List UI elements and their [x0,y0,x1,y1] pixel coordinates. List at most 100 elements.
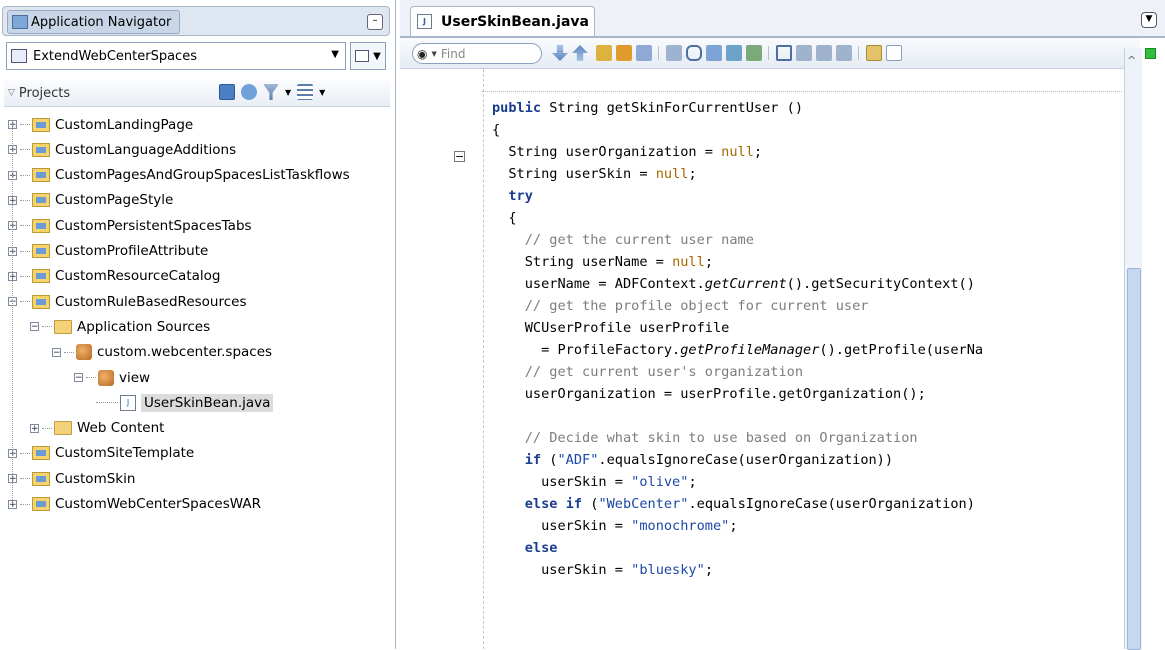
code-line[interactable]: String userSkin = null; [492,163,696,185]
tree-item[interactable]: + CustomSkin [8,466,135,491]
scroll-up-icon[interactable]: ^ [1127,54,1136,67]
tree-item[interactable]: − custom.webcenter.spaces [52,340,272,365]
application-selector[interactable]: ExtendWebCenterSpaces ▼ [6,42,346,70]
code-line[interactable]: else [492,537,558,559]
tree-item-label: CustomLanguageAdditions [55,141,237,158]
format-icon[interactable] [666,45,682,61]
project-folder-icon [32,446,50,461]
tree-item-label: CustomPagesAndGroupSpacesListTaskflows [55,167,350,184]
toggle-highlight-icon[interactable] [596,45,612,61]
chevron-down-icon[interactable]: ▼ [331,49,339,60]
tree-connector [20,124,30,125]
code-line[interactable]: if ("ADF".equalsIgnoreCase(userOrganizat… [492,449,893,471]
next-bookmark-icon[interactable] [816,45,832,61]
code-line[interactable]: = ProfileFactory.getProfileManager().get… [492,339,983,361]
tab-list-menu-button[interactable]: ▼ [1141,12,1157,28]
tree-item[interactable]: − view [74,365,150,390]
folder-icon [54,421,72,436]
tree-item[interactable]: − CustomRuleBasedResources [8,289,247,314]
expand-icon[interactable]: + [30,423,39,433]
code-line[interactable]: public String getSkinForCurrentUser () [492,97,803,119]
bookmark-icon[interactable] [776,45,792,61]
search-icon[interactable] [219,84,235,100]
code-line[interactable]: // get the profile object for current us… [492,295,869,317]
clear-highlight-icon[interactable] [636,45,652,61]
code-line[interactable]: WCUserProfile userProfile [492,317,730,339]
code-line[interactable]: userName = ADFContext.getCurrent().getSe… [492,273,975,295]
navigator-tab[interactable]: Application Navigator [7,10,181,34]
previous-bookmark-icon[interactable] [796,45,812,61]
collapse-icon[interactable]: − [52,347,61,357]
chevron-down-icon[interactable]: ▼ [319,88,325,97]
tree-item[interactable]: + CustomProfileAttribute [8,239,208,264]
binoculars-icon[interactable]: ◉ [417,47,427,61]
tree-connector [20,452,30,454]
project-folder-icon [32,497,50,511]
code-line[interactable]: userSkin = "monochrome"; [492,515,737,537]
collapse-icon[interactable]: − [30,322,39,332]
navigator-title-bar: Application Navigator – [2,6,390,36]
minimize-button[interactable]: – [367,14,383,30]
find-field[interactable]: ◉ ▼ Find [412,43,542,64]
tree-item[interactable]: − Application Sources [30,314,210,339]
tree-connector [42,326,52,328]
status-ok-indicator[interactable] [1145,48,1156,59]
code-line[interactable]: { [492,119,500,141]
tree-item[interactable]: + CustomLanguageAdditions [8,137,236,162]
uncomment-icon[interactable] [746,45,762,61]
tree-item-label: CustomRuleBasedResources [55,293,247,310]
comment-toggle-icon[interactable] [726,45,742,61]
find-previous-icon[interactable] [572,45,588,61]
braces-icon[interactable] [686,45,702,61]
collapse-icon[interactable]: − [74,373,83,383]
code-line[interactable]: try [492,185,533,207]
project-folder-icon [32,471,50,486]
tree-item[interactable]: + CustomPersistentSpacesTabs [8,213,252,238]
scrollbar-thumb[interactable] [1127,268,1141,650]
surround-with-icon[interactable] [706,45,722,61]
split-editor-icon[interactable] [866,45,882,61]
tree-item[interactable]: + CustomLandingPage [8,112,193,137]
code-line[interactable]: userOrganization = userProfile.getOrgani… [492,383,926,405]
tree-connector [20,275,30,277]
java-file-icon: J [120,394,136,411]
editor-tab-usersskinbean[interactable]: J UserSkinBean.java [410,6,595,36]
project-folder-icon [32,294,50,309]
tree-item[interactable]: + CustomPagesAndGroupSpacesListTaskflows [8,163,350,188]
method-separator [482,91,1122,92]
code-area[interactable]: public String getSkinForCurrentUser (){ … [462,69,1125,649]
project-folder-icon [32,244,50,258]
refresh-icon[interactable] [241,84,257,100]
tree-item[interactable]: + CustomSiteTemplate [8,441,194,466]
tree-options-icon[interactable] [297,84,314,100]
package-icon [98,369,114,386]
code-line[interactable]: // Decide what skin to use based on Orga… [492,427,918,449]
code-line[interactable]: String userName = null; [492,251,713,273]
code-line[interactable]: { [492,207,516,229]
code-line[interactable]: else if ("WebCenter".equalsIgnoreCase(us… [492,493,975,515]
projects-header[interactable]: ▽ Projects ▼ ▼ [4,80,390,107]
collapse-triangle-icon[interactable]: ▽ [8,88,15,98]
code-line[interactable]: // get current user's organization [492,361,803,383]
filter-icon[interactable] [263,84,279,100]
vertical-scrollbar[interactable]: ^ [1124,48,1142,650]
code-line[interactable]: String userOrganization = null; [492,141,762,163]
tree-item[interactable]: + CustomPageStyle [8,188,173,213]
tree-item[interactable]: + CustomWebCenterSpacesWAR [8,492,261,517]
highlight-brush-icon[interactable] [616,45,632,61]
find-next-icon[interactable] [552,45,568,61]
application-navigator-panel: Application Navigator – ExtendWebCenterS… [0,0,396,649]
tree-item[interactable]: + CustomResourceCatalog [8,264,220,289]
editor-options-icon[interactable] [886,45,902,61]
clear-bookmarks-icon[interactable] [836,45,852,61]
application-menu-button[interactable]: ▼ [350,42,386,70]
code-line[interactable]: userSkin = "bluesky"; [492,559,713,581]
code-line[interactable]: userSkin = "olive"; [492,471,697,493]
tree-item[interactable]: J UserSkinBean.java [96,390,274,415]
chevron-down-icon[interactable]: ▼ [285,88,291,97]
application-navigator-icon [12,15,28,29]
code-line[interactable]: // get the current user name [492,229,754,251]
tree-item[interactable]: + Web Content [30,416,164,441]
navigator-title: Application Navigator [31,14,172,30]
editor-tab-bar: J UserSkinBean.java ▼ [400,0,1165,38]
